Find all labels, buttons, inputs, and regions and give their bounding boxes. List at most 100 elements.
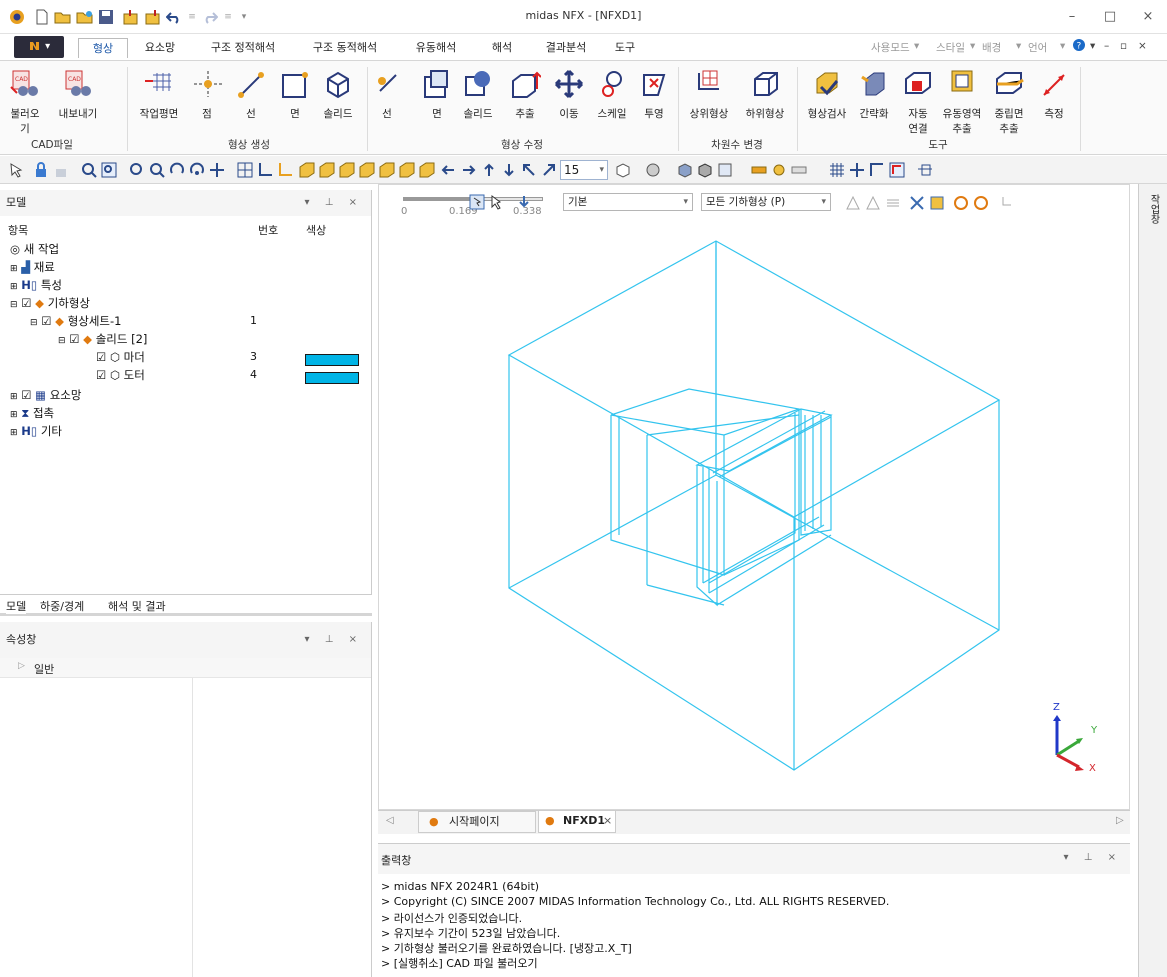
collapse-icon[interactable]: ⊟ — [58, 336, 66, 346]
color-swatch-doter[interactable] — [305, 372, 359, 384]
panel-controls[interactable]: ▾ ⊥ × — [305, 622, 363, 658]
collapse-icon[interactable]: ⊟ — [10, 300, 18, 310]
checkbox-checked-icon[interactable]: ☑ — [41, 314, 51, 328]
tree-shape-set[interactable]: ⊟ ☑ ◆ 형상세트-1 1 — [30, 312, 370, 330]
doc-close-icon[interactable]: × — [1138, 40, 1147, 52]
view-bottom-icon[interactable] — [378, 161, 396, 179]
modify-line-button[interactable]: 선 — [372, 69, 402, 121]
expand-icon[interactable]: ⊞ — [10, 392, 18, 402]
unlock-icon[interactable] — [52, 161, 70, 179]
fluid-region-button[interactable]: 유동영역 추출 — [940, 69, 984, 136]
zoom-window-icon[interactable] — [100, 161, 118, 179]
tab-fluid-analysis[interactable]: 유동해석 — [406, 38, 466, 58]
project-button[interactable]: 투영 — [636, 69, 672, 121]
expand-icon[interactable]: ⊞ — [10, 282, 18, 292]
close-tab-icon[interactable]: × — [603, 811, 612, 831]
view-right-icon[interactable] — [418, 161, 436, 179]
tab-tools[interactable]: 도구 — [608, 38, 642, 58]
tab-geometry[interactable]: 형상 — [78, 38, 128, 58]
cad-import-button[interactable]: CAD 불러오기 — [6, 69, 44, 136]
workplane-snap-icon[interactable] — [868, 161, 886, 179]
rotation-step-input[interactable]: 15 ▾ — [560, 160, 608, 180]
checkbox-checked-icon[interactable]: ☑ — [21, 388, 31, 402]
arrow-up-icon[interactable] — [480, 161, 498, 179]
close-button[interactable]: × — [1134, 6, 1162, 28]
cad-export-button[interactable]: CAD 내보내기 — [58, 69, 98, 121]
grid-snap-icon[interactable] — [828, 161, 846, 179]
tree-contact[interactable]: ⊞ ⧗ 접촉 — [10, 404, 54, 422]
view-front-icon[interactable] — [318, 161, 336, 179]
zoom-dynamic-icon[interactable] — [148, 161, 166, 179]
grid-icon[interactable] — [236, 161, 254, 179]
rotate-icon[interactable] — [168, 161, 186, 179]
tab-dynamic-analysis[interactable]: 구조 동적해석 — [300, 38, 390, 58]
move-button[interactable]: 이동 — [552, 69, 586, 121]
extrude-button[interactable]: 추출 — [506, 69, 544, 121]
arrow-right-icon[interactable] — [460, 161, 478, 179]
menu-background[interactable]: 배경 — [982, 40, 1001, 55]
work-plane-button[interactable]: 작업평면 — [134, 69, 184, 121]
slice-icon[interactable] — [790, 161, 808, 179]
tree-solid[interactable]: ⊟ ☑ ◆ 솔리드 [2] — [58, 330, 147, 348]
color-swatch-madeo[interactable] — [305, 354, 359, 366]
render-icon[interactable] — [676, 161, 694, 179]
help-icon[interactable]: ? — [1072, 38, 1086, 55]
ucs-icon[interactable] — [276, 161, 294, 179]
zoom-icon[interactable] — [80, 161, 98, 179]
tab-static-analysis[interactable]: 구조 정적해석 — [198, 38, 288, 58]
transparency-icon[interactable] — [716, 161, 734, 179]
tree-geometry[interactable]: ⊟ ☑ ◆ 기하형상 — [10, 294, 90, 312]
tree-mesh[interactable]: ⊞ ☑ ▦ 요소망 — [10, 386, 81, 404]
clip-icon[interactable] — [750, 161, 768, 179]
lock-icon[interactable] — [32, 161, 50, 179]
expand-icon[interactable]: ⊞ — [10, 410, 18, 420]
display-mode-icon[interactable] — [614, 161, 632, 179]
local-snap-icon[interactable] — [888, 161, 906, 179]
shading-icon[interactable] — [644, 161, 662, 179]
maximize-button[interactable]: □ — [1096, 6, 1124, 28]
upper-shape-button[interactable]: 상위형상 — [682, 69, 736, 121]
application-menu-button[interactable]: ▾ — [14, 36, 64, 58]
render-edge-icon[interactable] — [696, 161, 714, 179]
zoom-fit-icon[interactable] — [128, 161, 146, 179]
arrow-upright-icon[interactable] — [540, 161, 558, 179]
tree-other[interactable]: ⊞ H▯ 기타 — [10, 422, 62, 440]
tab-nfxd1[interactable]: ● NFXD1 × — [538, 811, 616, 833]
work-panel-tab[interactable]: 작업창 — [1145, 194, 1161, 224]
tab-result-analysis[interactable]: 결과분석 — [536, 38, 596, 58]
checkbox-checked-icon[interactable]: ☑ — [96, 350, 106, 364]
panel-controls[interactable]: ▾ ⊥ × — [1064, 852, 1122, 863]
tabs-scroll-left-icon[interactable]: ◁ — [386, 815, 394, 826]
panel-controls[interactable]: ▾ ⊥ × — [305, 190, 363, 216]
solid-button[interactable]: 솔리드 — [318, 69, 358, 121]
select-tool-icon[interactable] — [8, 161, 26, 179]
arrow-left-icon[interactable] — [440, 161, 458, 179]
tree-material[interactable]: ⊞ ▟ 재료 — [10, 258, 55, 276]
axis-snap-icon[interactable] — [848, 161, 866, 179]
line-button[interactable]: 선 — [234, 69, 268, 121]
tab-analysis[interactable]: 해석 — [482, 38, 522, 58]
expand-icon[interactable]: ⊞ — [10, 428, 18, 438]
simplify-button[interactable]: 간략화 — [854, 69, 894, 121]
view-iso-icon[interactable] — [298, 161, 316, 179]
expand-icon[interactable]: ⊞ — [10, 264, 18, 274]
tab-start-page[interactable]: ● 시작페이지 — [418, 811, 536, 833]
tab-load-boundary[interactable]: 하중/경계 — [40, 598, 84, 614]
checkbox-checked-icon[interactable]: ☑ — [69, 332, 79, 346]
shape-check-button[interactable]: 형상검사 — [802, 69, 852, 121]
mid-surface-button[interactable]: 중립면 추출 — [990, 69, 1028, 136]
view-top-icon[interactable] — [358, 161, 376, 179]
modify-face-button[interactable]: 면 — [420, 69, 454, 121]
view-back-icon[interactable] — [338, 161, 356, 179]
arrow-upleft-icon[interactable] — [520, 161, 538, 179]
checkbox-checked-icon[interactable]: ☑ — [21, 296, 31, 310]
menu-user-mode[interactable]: 사용모드 — [871, 40, 910, 55]
menu-language[interactable]: 언어 — [1028, 40, 1047, 55]
rotate-axis-icon[interactable] — [188, 161, 206, 179]
arrow-down-icon[interactable] — [500, 161, 518, 179]
ref-plane-icon[interactable] — [916, 161, 934, 179]
tab-analysis-results[interactable]: 해석 및 결과 — [108, 598, 166, 614]
coord-system-icon[interactable] — [256, 161, 274, 179]
scale-button[interactable]: 스케일 — [592, 69, 632, 121]
measure-button[interactable]: 측정 — [1034, 69, 1074, 121]
